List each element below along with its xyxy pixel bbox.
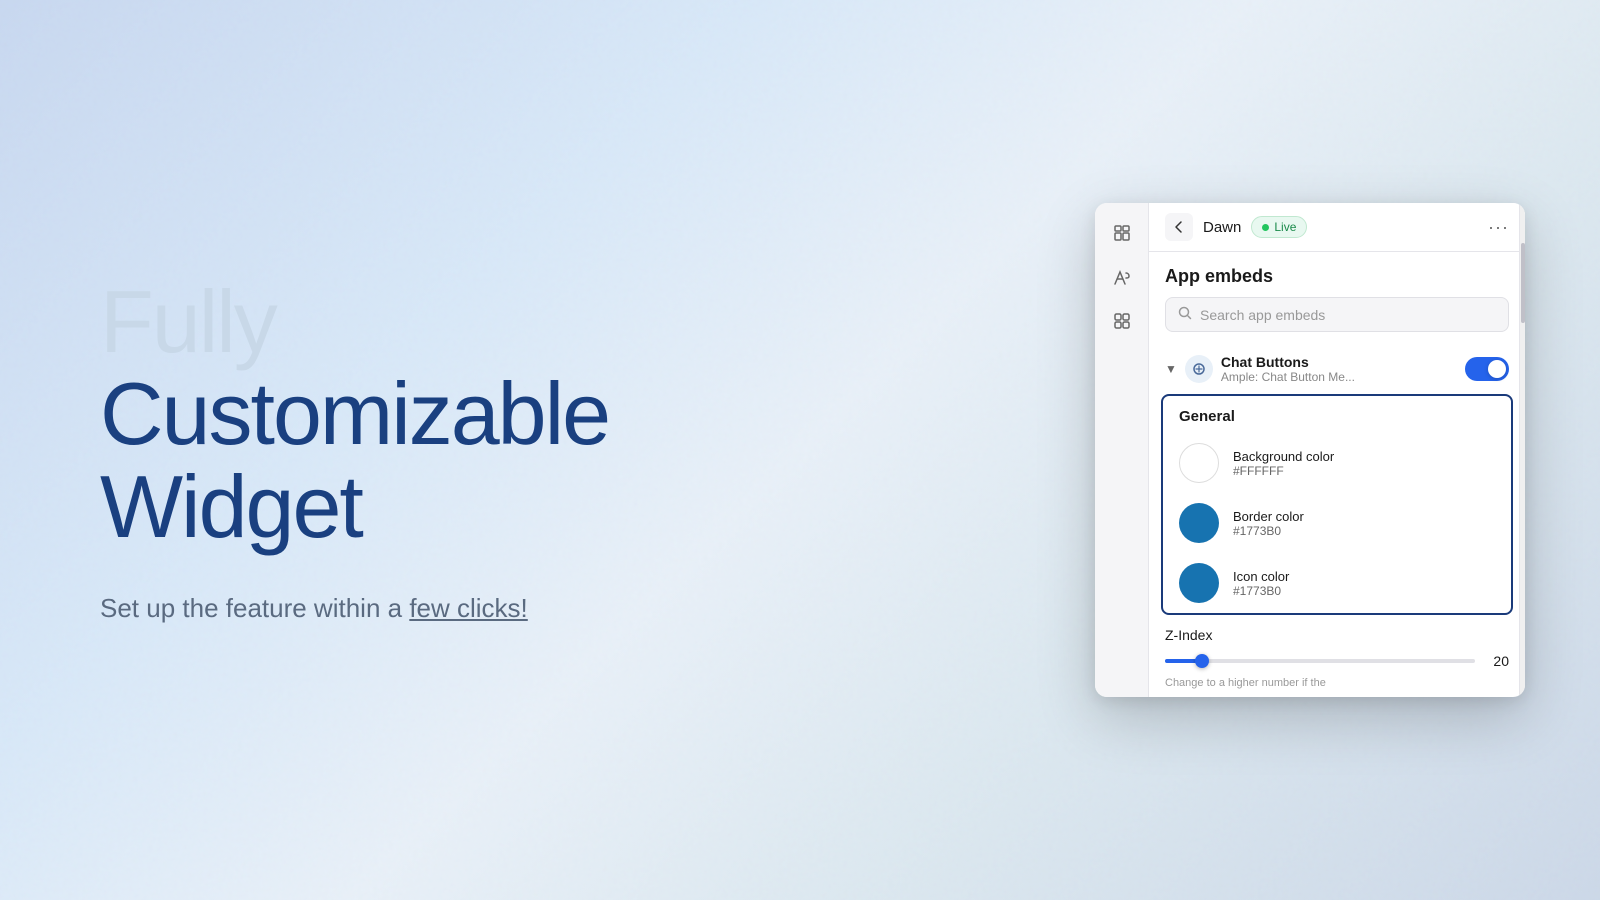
back-button[interactable] xyxy=(1165,213,1193,241)
few-clicks-link[interactable]: few clicks! xyxy=(409,593,527,623)
border-color-info: Border color #1773B0 xyxy=(1233,509,1304,538)
scrollbar-thumb xyxy=(1521,243,1525,323)
zindex-label: Z-Index xyxy=(1165,627,1509,643)
general-title: General xyxy=(1163,396,1511,433)
headline-line2: Customizable xyxy=(100,368,1000,460)
background-color-info: Background color #FFFFFF xyxy=(1233,449,1334,478)
embed-row: ▼ Chat Buttons Ample: Chat Button Me... xyxy=(1149,344,1525,394)
embed-toggle[interactable] xyxy=(1465,357,1509,381)
headline: Fully Customizable Widget xyxy=(100,276,1000,553)
headline-line3: Widget xyxy=(100,461,1000,553)
subtitle: Set up the feature within a few clicks! xyxy=(100,593,1000,624)
icon-color-hex: #1773B0 xyxy=(1233,584,1289,598)
toggle-thumb xyxy=(1488,360,1506,378)
border-color-row[interactable]: Border color #1773B0 xyxy=(1163,493,1511,553)
general-panel: General Background color #FFFFFF Bor xyxy=(1161,394,1513,615)
embed-subtitle: Ample: Chat Button Me... xyxy=(1221,370,1457,384)
background-color-name: Background color xyxy=(1233,449,1334,464)
scrollbar[interactable] xyxy=(1519,203,1525,697)
mockup-main: Dawn Live ··· App embeds xyxy=(1149,203,1525,697)
more-button[interactable]: ··· xyxy=(1488,217,1509,238)
live-badge: Live xyxy=(1251,216,1307,238)
app-mockup: Dawn Live ··· App embeds xyxy=(1095,203,1525,697)
border-color-hex: #1773B0 xyxy=(1233,524,1304,538)
zindex-section: Z-Index 20 xyxy=(1149,615,1525,673)
change-hint: Change to a higher number if the xyxy=(1149,673,1525,697)
headline-line1: Fully xyxy=(100,276,1000,368)
embed-icon xyxy=(1185,355,1213,383)
live-indicator xyxy=(1262,224,1269,231)
slider-track[interactable] xyxy=(1165,659,1475,663)
background-color-swatch xyxy=(1179,443,1219,483)
sidebar-theme-icon[interactable] xyxy=(1104,259,1140,295)
background-color-hex: #FFFFFF xyxy=(1233,464,1334,478)
chevron-icon[interactable]: ▼ xyxy=(1165,362,1177,376)
section-heading: App embeds xyxy=(1149,252,1525,297)
icon-color-info: Icon color #1773B0 xyxy=(1233,569,1289,598)
theme-name: Dawn xyxy=(1203,219,1241,236)
icon-color-row[interactable]: Icon color #1773B0 xyxy=(1163,553,1511,613)
mockup-header: Dawn Live ··· xyxy=(1149,203,1525,252)
page-content: Fully Customizable Widget Set up the fea… xyxy=(0,0,1600,900)
sidebar-apps-icon[interactable] xyxy=(1104,303,1140,339)
mockup-sidebar xyxy=(1095,203,1149,697)
live-label: Live xyxy=(1274,220,1296,234)
right-section: Dawn Live ··· App embeds xyxy=(1080,203,1600,697)
border-color-name: Border color xyxy=(1233,509,1304,524)
embed-info: Chat Buttons Ample: Chat Button Me... xyxy=(1221,354,1457,384)
icon-color-swatch xyxy=(1179,563,1219,603)
slider-value: 20 xyxy=(1485,653,1509,669)
left-section: Fully Customizable Widget Set up the fea… xyxy=(0,196,1080,704)
slider-thumb[interactable] xyxy=(1195,654,1209,668)
subtitle-prefix: Set up the feature within a xyxy=(100,593,409,623)
sidebar-sections-icon[interactable] xyxy=(1104,215,1140,251)
embed-title: Chat Buttons xyxy=(1221,354,1457,370)
background-color-row[interactable]: Background color #FFFFFF xyxy=(1163,433,1511,493)
icon-color-name: Icon color xyxy=(1233,569,1289,584)
search-bar[interactable]: Search app embeds xyxy=(1165,297,1509,332)
search-placeholder: Search app embeds xyxy=(1200,307,1325,323)
border-color-swatch xyxy=(1179,503,1219,543)
slider-row: 20 xyxy=(1165,653,1509,669)
search-icon xyxy=(1178,306,1192,323)
